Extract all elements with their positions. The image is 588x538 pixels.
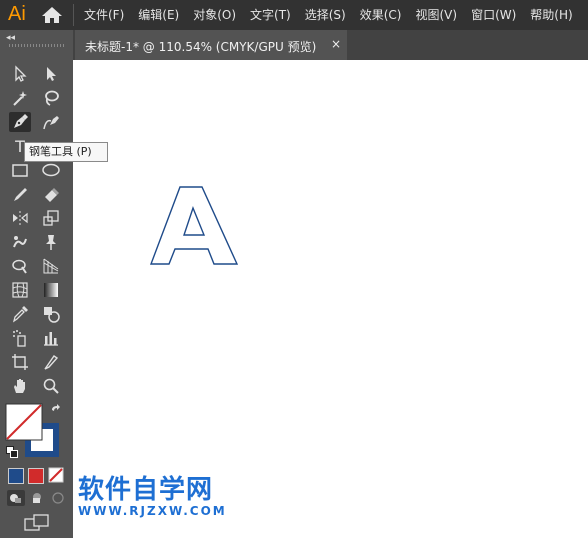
scale-tool-icon[interactable] — [40, 208, 62, 228]
shape-builder-tool-icon[interactable] — [9, 256, 31, 276]
rectangle-tool-icon[interactable] — [9, 160, 31, 180]
document-tab-title: 未标题-1* @ 110.54% (CMYK/GPU 预览) — [85, 40, 317, 54]
screen-mode-icon[interactable] — [24, 514, 50, 532]
artboard-canvas[interactable] — [73, 60, 588, 538]
swap-colors-icon[interactable] — [50, 404, 64, 418]
selection-tool-icon[interactable] — [9, 64, 31, 84]
menu-window[interactable]: 窗口(W) — [471, 0, 516, 30]
color-swatch[interactable] — [8, 468, 24, 484]
perspective-grid-tool-icon[interactable] — [40, 256, 62, 276]
menu-view[interactable]: 视图(V) — [415, 0, 457, 30]
menu-object[interactable]: 对象(O) — [193, 0, 236, 30]
pen-tool-icon[interactable] — [9, 112, 31, 132]
close-tab-icon[interactable]: × — [331, 37, 341, 51]
column-graph-tool-icon[interactable] — [40, 328, 62, 348]
menu-separator — [73, 4, 74, 26]
lasso-tool-icon[interactable] — [40, 88, 62, 108]
watermark-url: WWW.RJZXW.COM — [78, 504, 227, 518]
ellipse-tool-icon[interactable] — [40, 160, 62, 180]
app-logo: Ai — [8, 3, 26, 25]
zoom-tool-icon[interactable] — [40, 376, 62, 396]
menu-file[interactable]: 文件(F) — [84, 0, 124, 30]
eraser-tool-icon[interactable] — [40, 184, 62, 204]
collapse-panel-icon[interactable]: ◂◂ — [6, 33, 15, 43]
menu-select[interactable]: 选择(S) — [305, 0, 346, 30]
slice-tool-icon[interactable] — [40, 352, 62, 372]
watermark-title: 软件自学网 — [78, 475, 214, 505]
artboard-tool-icon[interactable] — [9, 352, 31, 372]
puppet-warp-tool-icon[interactable] — [40, 232, 62, 252]
magic-wand-tool-icon[interactable] — [9, 88, 31, 108]
menu-edit[interactable]: 编辑(E) — [138, 0, 179, 30]
panel-grip[interactable] — [9, 44, 65, 47]
eyedropper-tool-icon[interactable] — [9, 304, 31, 324]
symbol-sprayer-tool-icon[interactable] — [9, 328, 31, 348]
none-swatch[interactable] — [48, 467, 64, 483]
default-colors-icon[interactable] — [6, 446, 18, 458]
curvature-tool-icon[interactable] — [40, 112, 62, 132]
gradient-tool-icon[interactable] — [40, 280, 62, 300]
letter-a-artwork[interactable] — [145, 182, 243, 272]
draw-inside-icon[interactable] — [49, 490, 67, 506]
direct-selection-tool-icon[interactable] — [40, 64, 62, 84]
mesh-tool-icon[interactable] — [9, 280, 31, 300]
menu-help[interactable]: 帮助(H) — [530, 0, 572, 30]
menu-effect[interactable]: 效果(C) — [360, 0, 402, 30]
hand-tool-icon[interactable] — [9, 376, 31, 396]
document-tab-bar: 未标题-1* @ 110.54% (CMYK/GPU 预览) × — [73, 30, 588, 60]
document-tab[interactable]: 未标题-1* @ 110.54% (CMYK/GPU 预览) × — [75, 30, 347, 60]
paintbrush-tool-icon[interactable] — [9, 184, 31, 204]
main-menu: 文件(F) 编辑(E) 对象(O) 文字(T) 选择(S) 效果(C) 视图(V… — [84, 0, 587, 30]
watermark: 软件自学网 WWW.RJZXW.COM — [78, 475, 227, 517]
pen-tool-tooltip: 钢笔工具 (P) — [24, 142, 108, 162]
draw-behind-icon[interactable] — [28, 490, 46, 506]
menu-bar: Ai 文件(F) 编辑(E) 对象(O) 文字(T) 选择(S) 效果(C) 视… — [0, 0, 588, 30]
blend-tool-icon[interactable] — [40, 304, 62, 324]
gradient-swatch[interactable] — [28, 468, 44, 484]
menu-type[interactable]: 文字(T) — [250, 0, 291, 30]
warp-tool-icon[interactable] — [9, 232, 31, 252]
home-icon[interactable] — [41, 6, 63, 24]
reflect-tool-icon[interactable] — [9, 208, 31, 228]
draw-normal-icon[interactable] — [7, 490, 25, 506]
